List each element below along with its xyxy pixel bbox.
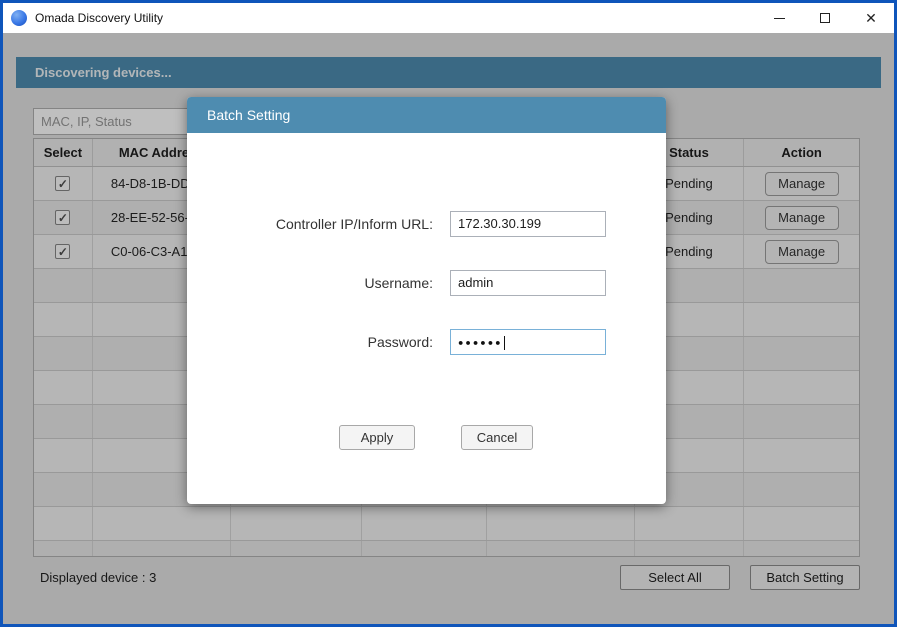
- maximize-button[interactable]: [802, 3, 848, 33]
- minimize-icon: [774, 18, 785, 19]
- username-label: Username:: [187, 270, 433, 296]
- close-icon: ✕: [865, 11, 877, 25]
- client-area: Discovering devices... SelectMAC Address…: [3, 33, 894, 624]
- app-logo-icon: [11, 10, 27, 26]
- password-masked-value: ●●●●●●: [458, 338, 503, 348]
- controller-url-field[interactable]: 172.30.30.199: [450, 211, 606, 237]
- form-row: Username: admin: [187, 270, 666, 296]
- apply-button[interactable]: Apply: [339, 425, 415, 450]
- cancel-button[interactable]: Cancel: [461, 425, 533, 450]
- dialog-title: Batch Setting: [187, 97, 666, 133]
- window-title: Omada Discovery Utility: [35, 11, 756, 25]
- maximize-icon: [820, 13, 830, 23]
- batch-setting-dialog: Batch Setting Controller IP/Inform URL: 1…: [187, 97, 666, 504]
- form-row: Password: ●●●●●●: [187, 329, 666, 355]
- username-field[interactable]: admin: [450, 270, 606, 296]
- title-bar: Omada Discovery Utility ✕: [3, 3, 894, 33]
- close-button[interactable]: ✕: [848, 3, 894, 33]
- text-cursor: [504, 336, 505, 350]
- app-window: Omada Discovery Utility ✕ Discovering de…: [0, 0, 897, 627]
- window-controls: ✕: [756, 3, 894, 33]
- minimize-button[interactable]: [756, 3, 802, 33]
- form-row: Controller IP/Inform URL: 172.30.30.199: [187, 211, 666, 237]
- password-label: Password:: [187, 329, 433, 355]
- password-field[interactable]: ●●●●●●: [450, 329, 606, 355]
- controller-url-label: Controller IP/Inform URL:: [187, 211, 433, 237]
